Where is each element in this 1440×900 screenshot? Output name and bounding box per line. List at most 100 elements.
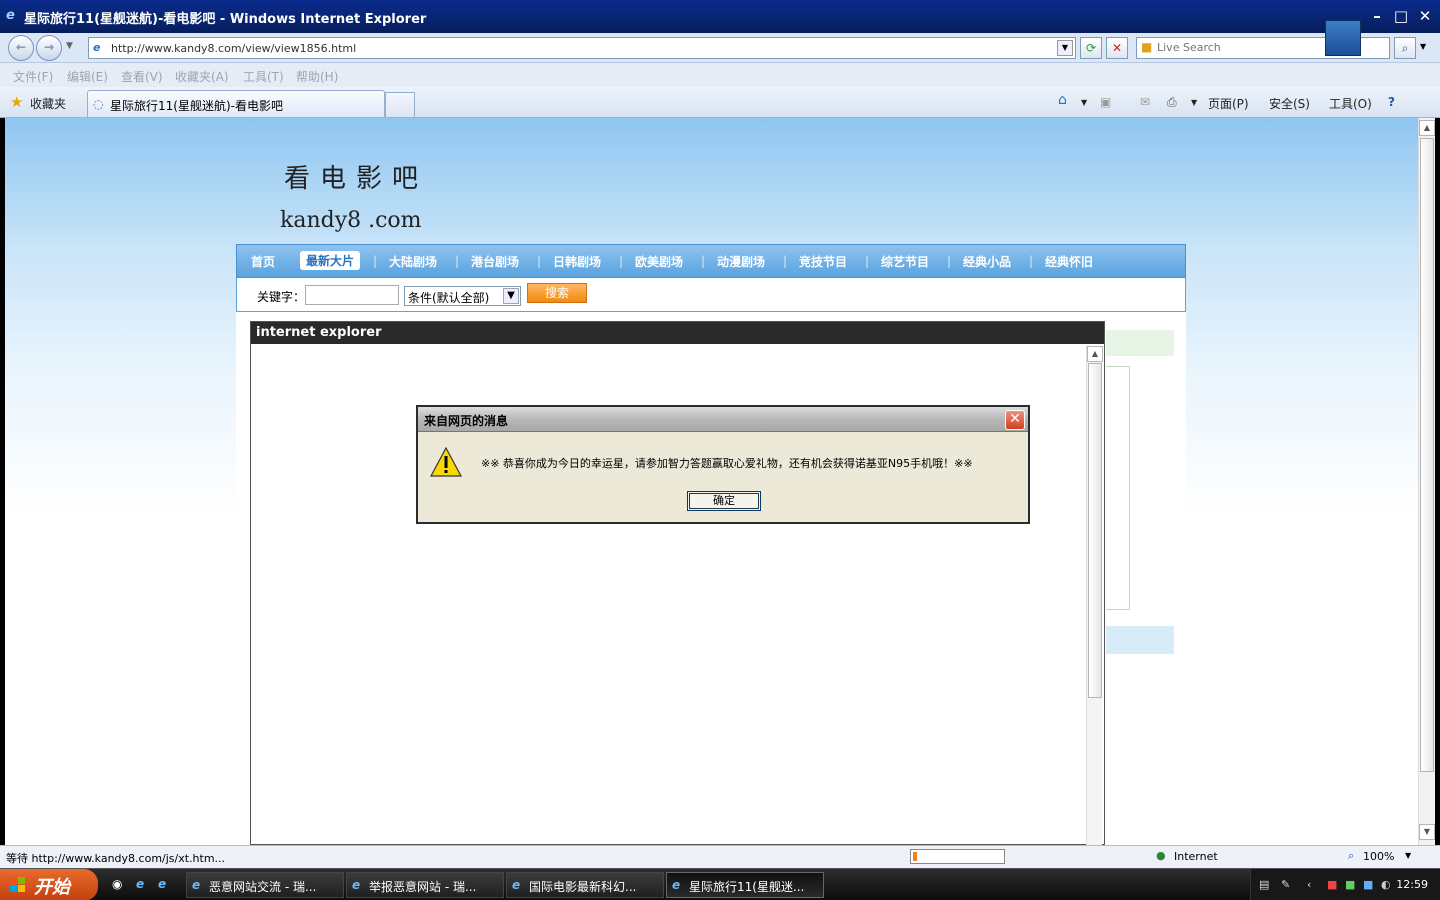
page-scroll-thumb[interactable] — [1420, 138, 1434, 772]
favorites-bar: ★ 收藏夹 ◌ 星际旅行11(星舰迷航)-看电影吧 ⌂ ▼ ▣ ✉ ⎙ ▼ 页面… — [0, 87, 1440, 118]
search-options-icon[interactable]: ▼ — [1420, 42, 1426, 51]
nav-sketch[interactable]: 经典小品 — [963, 253, 1011, 270]
zoom-dropdown-icon[interactable]: ▼ — [1405, 851, 1411, 860]
home-icon[interactable]: ⌂ — [1058, 92, 1067, 108]
antivirus-icon[interactable]: ■ — [1327, 878, 1337, 891]
live-search-icon: ■ — [1141, 40, 1153, 54]
condition-select[interactable]: 条件(默认全部) ▼ — [404, 286, 521, 306]
nav-hktw[interactable]: 港台剧场 — [471, 253, 519, 270]
taskbar-item-3[interactable]: e 国际电影最新科幻... — [506, 872, 664, 898]
start-button[interactable]: 开始 — [0, 869, 98, 900]
ie-icon: e — [6, 8, 15, 23]
status-bar: 等待 http://www.kandy8.com/js/xt.htm... ● … — [0, 845, 1440, 868]
back-button[interactable]: ← — [8, 35, 34, 61]
scroll-up-icon[interactable]: ▲ — [1087, 346, 1103, 362]
search-input[interactable] — [1157, 41, 1317, 54]
nav-mainland[interactable]: 大陆剧场 — [389, 253, 437, 270]
site-search-button[interactable]: 搜索 — [527, 283, 587, 303]
stop-button[interactable]: ✕ — [1106, 37, 1128, 59]
ie-icon: e — [192, 878, 201, 892]
network-icon[interactable]: ■ — [1345, 878, 1355, 891]
zone-text: Internet — [1174, 850, 1218, 863]
ok-button[interactable]: 确定 — [687, 491, 761, 511]
favorites-label[interactable]: 收藏夹 — [30, 95, 66, 112]
system-tray: ▤ ✎ ‹ ■ ■ ■ ◐ 12:59 — [1250, 869, 1440, 900]
menu-file[interactable]: 文件(F) — [13, 68, 53, 85]
maximize-button[interactable]: □ — [1390, 6, 1412, 28]
ie-brand-logo — [1325, 20, 1361, 56]
menu-view[interactable]: 查看(V) — [121, 68, 163, 85]
minimize-button[interactable]: – — [1366, 6, 1388, 28]
nav-home[interactable]: 首页 — [251, 253, 275, 270]
scroll-down-icon[interactable]: ▼ — [1419, 824, 1435, 840]
favorites-star-icon[interactable]: ★ — [10, 93, 23, 111]
url-field[interactable]: e http://www.kandy8.com/view/view1856.ht… — [88, 37, 1076, 59]
site-nav: 首页 最新大片 | 大陆剧场 | 港台剧场 | 日韩剧场 | 欧美剧场 | 动漫… — [236, 244, 1186, 278]
menu-favorites[interactable]: 收藏夹(A) — [175, 68, 229, 85]
keyword-input[interactable] — [305, 285, 399, 305]
dialog-title: 来自网页的消息 — [418, 407, 1028, 432]
rss-icon[interactable]: ▣ — [1100, 95, 1111, 109]
nav-sports[interactable]: 竞技节目 — [799, 253, 847, 270]
taskbar: 开始 ◉ e e e 恶意网站交流 - 瑞... e 举报恶意网站 - 瑞... e… — [0, 868, 1440, 900]
zoom-level[interactable]: 100% — [1363, 850, 1394, 863]
update-icon[interactable]: ■ — [1363, 878, 1373, 891]
condition-value: 条件(默认全部) — [408, 291, 490, 305]
close-button[interactable]: ✕ — [1414, 6, 1436, 28]
menu-help[interactable]: 帮助(H) — [296, 68, 338, 85]
url-dropdown-icon[interactable]: ▼ — [1057, 40, 1073, 56]
history-dropdown-icon[interactable]: ▼ — [66, 41, 73, 51]
warning-icon — [430, 447, 462, 477]
window-title-bar: e 星际旅行11(星舰迷航)-看电影吧 - Windows Internet E… — [0, 0, 1440, 33]
nav-anime[interactable]: 动漫剧场 — [717, 253, 765, 270]
page-menu[interactable]: 页面(P) — [1208, 95, 1249, 112]
page-scrollbar[interactable]: ▲ ▼ — [1418, 118, 1435, 845]
nav-jpkr[interactable]: 日韩剧场 — [553, 253, 601, 270]
taskbar-item-1[interactable]: e 恶意网站交流 - 瑞... — [186, 872, 344, 898]
tab-current[interactable]: ◌ 星际旅行11(星舰迷航)-看电影吧 — [87, 90, 385, 117]
keyboard-icon[interactable]: ▤ — [1259, 878, 1269, 891]
search-go-icon[interactable]: ⌕ — [1394, 37, 1416, 59]
taskbar-item-4[interactable]: e 星际旅行11(星舰迷... — [666, 872, 824, 898]
scroll-up-icon[interactable]: ▲ — [1419, 120, 1435, 136]
tray-expand-icon[interactable]: ‹ — [1307, 878, 1311, 891]
chevron-down-icon[interactable]: ▼ — [503, 288, 519, 304]
quicklaunch-ie-icon[interactable]: e — [136, 877, 144, 891]
volume-icon[interactable]: ◐ — [1381, 878, 1391, 891]
mail-icon[interactable]: ✉ — [1140, 95, 1150, 109]
popup-scroll-thumb[interactable] — [1088, 363, 1102, 698]
nav-variety[interactable]: 综艺节目 — [881, 253, 929, 270]
url-text: http://www.kandy8.com/view/view1856.html — [111, 42, 357, 55]
forward-button[interactable]: → — [36, 35, 62, 61]
taskbar-item-2[interactable]: e 举报恶意网站 - 瑞... — [346, 872, 504, 898]
help-icon[interactable]: ? — [1388, 95, 1395, 109]
print-dropdown-icon[interactable]: ▼ — [1191, 98, 1197, 107]
globe-icon: ● — [1156, 849, 1166, 862]
menu-bar: 文件(F) 编辑(E) 查看(V) 收藏夹(A) 工具(T) 帮助(H) — [0, 63, 1440, 87]
new-tab-button[interactable] — [385, 92, 415, 117]
nav-classic[interactable]: 经典怀旧 — [1045, 253, 1093, 270]
tools-menu[interactable]: 工具(O) — [1329, 95, 1372, 112]
pen-icon[interactable]: ✎ — [1281, 878, 1290, 891]
progress-bar — [910, 849, 1005, 864]
side-panel-box — [1106, 366, 1130, 610]
popup-title: internet explorer — [251, 322, 1104, 344]
dialog-close-icon[interactable]: ✕ — [1005, 410, 1025, 430]
home-dropdown-icon[interactable]: ▼ — [1081, 98, 1087, 107]
address-bar-row: ← → ▼ e http://www.kandy8.com/view/view1… — [0, 20, 1440, 63]
popup-scrollbar[interactable]: ▲ — [1086, 346, 1103, 846]
side-panel-footer — [1106, 626, 1174, 654]
menu-edit[interactable]: 编辑(E) — [67, 68, 108, 85]
nav-latest[interactable]: 最新大片 — [300, 251, 361, 270]
ie-icon: e — [672, 878, 681, 892]
print-icon[interactable]: ⎙ — [1167, 95, 1177, 110]
zoom-icon[interactable]: ⌕ — [1348, 849, 1354, 863]
refresh-button[interactable]: ⟳ — [1080, 37, 1102, 59]
safety-menu[interactable]: 安全(S) — [1269, 95, 1310, 112]
quicklaunch-media-icon[interactable]: ◉ — [112, 877, 122, 891]
menu-tools[interactable]: 工具(T) — [243, 68, 284, 85]
dialog-message: ※※ 恭喜你成为今日的幸运星，请参加智力答题赢取心爱礼物，还有机会获得诺基亚N9… — [481, 457, 973, 470]
progress-fill — [913, 852, 917, 861]
nav-euus[interactable]: 欧美剧场 — [635, 253, 683, 270]
quicklaunch-ie2-icon[interactable]: e — [158, 877, 166, 891]
